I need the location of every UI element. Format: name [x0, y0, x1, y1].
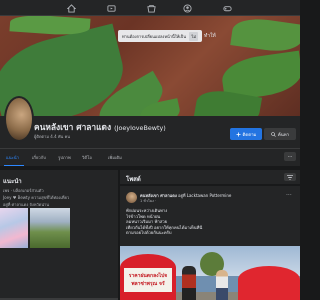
watch-icon[interactable]	[106, 3, 116, 13]
tab-more[interactable]: เพิ่มเติม	[108, 154, 122, 161]
posts-column: โพสต์ คนหลังเขา ศาลาแดง อยู่ที่ Lacktawa…	[120, 168, 300, 300]
follow-button[interactable]: ติดตาม	[230, 128, 262, 140]
marketplace-icon[interactable]	[146, 3, 156, 13]
active-tab-indicator	[4, 165, 24, 166]
avatar[interactable]	[4, 96, 34, 142]
tab-about[interactable]: เกี่ยวกับ	[32, 154, 46, 161]
more-options-button[interactable]: ···	[284, 152, 296, 161]
tab-overview[interactable]: แนะนำ	[6, 154, 19, 161]
post-timestamp[interactable]: 1 ชั่วโมง ·	[140, 198, 156, 204]
about-card: แนะนำ เพจ · บล็อกเกอร์ส่วนตัว Joey ♥ Bew…	[0, 170, 118, 300]
left-column: แนะนำ เพจ · บล็อกเกอร์ส่วนตัว Joey ♥ Bew…	[0, 168, 118, 300]
facebook-page: ท่านต้องการเปลี่ยนแปลงหน้านี้ให้เป็นภาษา…	[0, 0, 300, 300]
home-icon[interactable]	[66, 3, 76, 13]
translate-banner-text: ท่านต้องการเปลี่ยนแปลงหน้านี้ให้เป็นภาษา…	[122, 33, 186, 39]
about-line: เพจ · บล็อกเกอร์ส่วนตัว	[3, 188, 44, 193]
search-icon	[271, 131, 276, 137]
translate-banner: ท่านต้องการเปลี่ยนแปลงหน้านี้ให้เป็นภาษา…	[118, 30, 202, 42]
leaf-decoration	[230, 16, 300, 55]
posts-title: โพสต์	[126, 176, 141, 183]
translate-no-button[interactable]: ไม่	[189, 31, 198, 41]
cover-photo[interactable]: ท่านต้องการเปลี่ยนแปลงหน้านี้ให้เป็นภาษา…	[0, 16, 300, 116]
groups-icon[interactable]	[182, 3, 192, 13]
posts-header: โพสต์	[120, 170, 300, 184]
photo-thumbnail[interactable]	[0, 208, 28, 248]
top-nav	[0, 0, 300, 16]
post-text-line: ตามรอยไปด้วยกันนะครับ	[126, 230, 172, 236]
filter-icon	[287, 174, 293, 180]
about-line: Joey ♥ Bewty ความสุขที่ได้ท่องเที่ยว	[3, 195, 70, 200]
about-title: แนะนำ	[3, 178, 22, 185]
follow-icon	[236, 132, 241, 136]
photo-sign-text: พลาซ่าพรุณ จรั	[131, 281, 165, 287]
post-author-avatar[interactable]	[126, 192, 137, 203]
search-label: ค้นหา	[277, 132, 290, 138]
post-options-icon[interactable]: ···	[286, 192, 292, 199]
page-title: คนหลังเขา ศาลาแดง (JoeyloveBewty)	[34, 120, 166, 134]
about-line: อยู่ที่ ศาลาแดง จังหวัดน่าน	[3, 202, 50, 207]
post-action[interactable]: อยู่ที่ Lacktawan Pottermine	[178, 193, 231, 198]
profile-tabs: แนะนำ เกี่ยวกับ รูปภาพ วิดีโอ เพิ่มเติม …	[0, 148, 300, 166]
followers-count[interactable]: ผู้ติดตาม 4.4 พัน คน	[34, 133, 70, 140]
search-button[interactable]: ค้นหา	[264, 128, 296, 140]
page-alt-name: (JoeyloveBewty)	[114, 124, 166, 132]
post-body: พักผ่อนระหว่างเดินทาง ไร่ข้าวโพด หน้าฝน …	[126, 208, 286, 236]
photo-thumbnail[interactable]	[30, 208, 70, 248]
post-card: คนหลังเขา ศาลาแดง อยู่ที่ Lacktawan Pott…	[120, 186, 300, 300]
photo-sign-text: ราคาฝนตกลงไปจ	[128, 273, 168, 279]
photo-person	[216, 270, 228, 300]
gaming-icon[interactable]	[222, 3, 232, 13]
page-name: คนหลังเขา ศาลาแดง	[34, 122, 112, 132]
follow-label: ติดตาม	[242, 132, 257, 138]
tab-videos[interactable]: วิดีโอ	[82, 154, 92, 161]
photo-red-tent	[238, 266, 300, 300]
tab-photos[interactable]: รูปภาพ	[58, 154, 71, 161]
posts-filter-button[interactable]	[284, 173, 296, 181]
post-photo[interactable]: ราคาฝนตกลงไปจ พลาซ่าพรุณ จรั	[120, 246, 300, 300]
post-header: คนหลังเขา ศาลาแดง อยู่ที่ Lacktawan Pott…	[140, 192, 280, 199]
photo-person	[182, 266, 196, 300]
translate-banner-extra[interactable]: ทำให้	[204, 32, 216, 40]
photo-sign: ราคาฝนตกลงไปจ พลาซ่าพรุณ จรั	[124, 268, 172, 292]
